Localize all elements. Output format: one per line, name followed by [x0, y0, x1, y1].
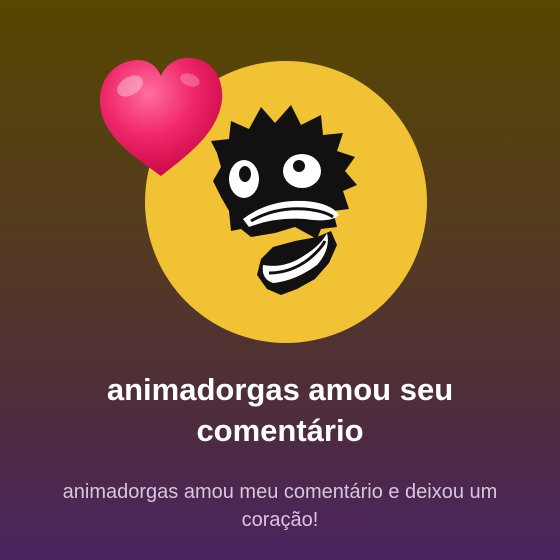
notification-title: animadorgas amou seu comentário — [106, 372, 454, 448]
notification-message: animadorgas amou meu comentário e deixou… — [62, 481, 498, 531]
heart-icon — [100, 57, 223, 176]
